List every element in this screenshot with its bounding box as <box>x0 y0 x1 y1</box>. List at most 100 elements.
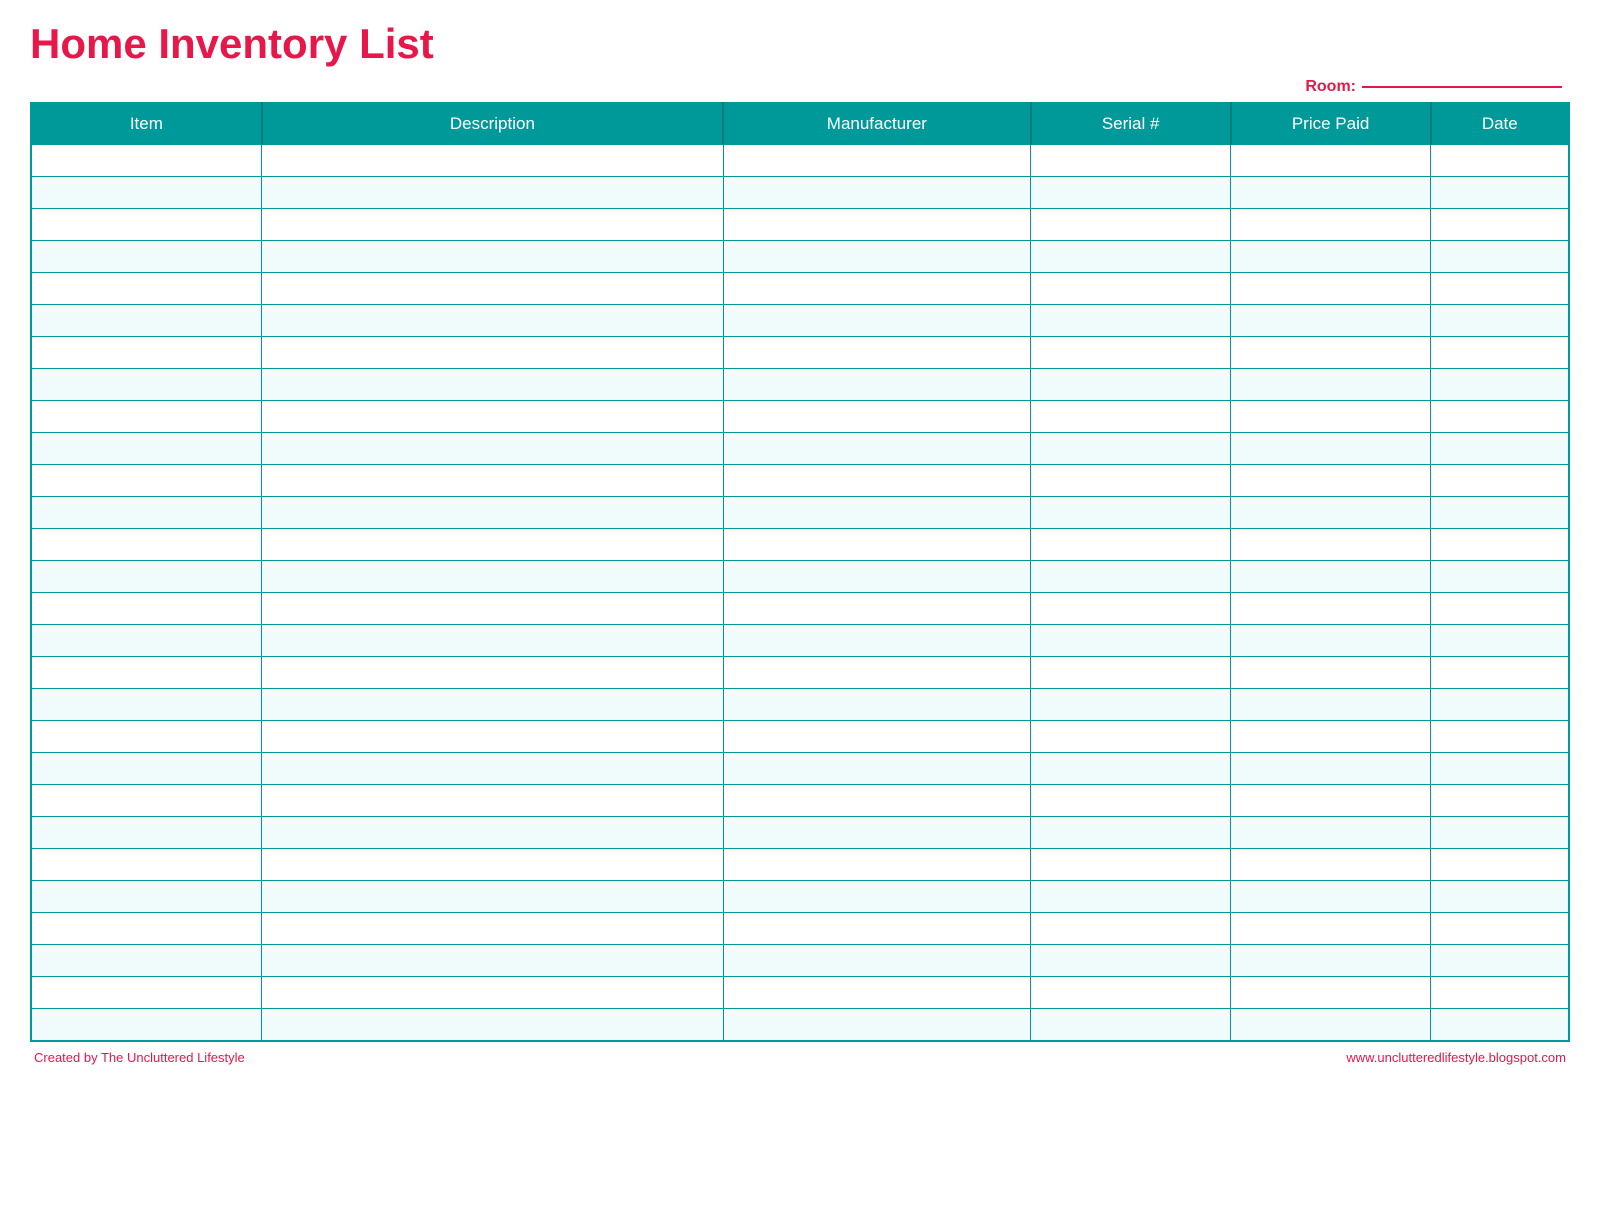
table-cell <box>1231 465 1431 497</box>
table-cell <box>1031 241 1231 273</box>
table-row <box>31 273 1569 305</box>
table-cell <box>1431 945 1569 977</box>
table-cell <box>1231 401 1431 433</box>
table-cell <box>262 433 723 465</box>
table-cell <box>1031 817 1231 849</box>
table-cell <box>1431 433 1569 465</box>
table-cell <box>31 369 262 401</box>
table-cell <box>262 881 723 913</box>
table-cell <box>723 337 1031 369</box>
room-line <box>1362 86 1562 88</box>
table-cell <box>723 433 1031 465</box>
table-row <box>31 465 1569 497</box>
table-cell <box>1031 529 1231 561</box>
table-cell <box>723 977 1031 1009</box>
table-cell <box>31 145 262 177</box>
table-cell <box>31 881 262 913</box>
table-row <box>31 625 1569 657</box>
table-cell <box>723 721 1031 753</box>
table-cell <box>1431 241 1569 273</box>
table-cell <box>723 273 1031 305</box>
table-cell <box>1231 849 1431 881</box>
table-cell <box>1031 721 1231 753</box>
table-cell <box>1031 145 1231 177</box>
table-cell <box>31 561 262 593</box>
table-row <box>31 657 1569 689</box>
table-cell <box>31 1009 262 1041</box>
col-header-serial: Serial # <box>1031 103 1231 145</box>
table-cell <box>262 369 723 401</box>
table-cell <box>1031 369 1231 401</box>
table-cell <box>262 689 723 721</box>
table-cell <box>723 177 1031 209</box>
table-cell <box>1231 145 1431 177</box>
table-cell <box>1431 593 1569 625</box>
table-cell <box>31 209 262 241</box>
table-row <box>31 497 1569 529</box>
table-cell <box>262 849 723 881</box>
table-cell <box>1231 1009 1431 1041</box>
table-cell <box>1431 1009 1569 1041</box>
table-cell <box>1231 593 1431 625</box>
table-cell <box>1231 337 1431 369</box>
table-cell <box>1031 689 1231 721</box>
table-cell <box>1031 625 1231 657</box>
table-row <box>31 369 1569 401</box>
table-cell <box>1431 337 1569 369</box>
table-cell <box>1031 465 1231 497</box>
table-cell <box>31 241 262 273</box>
table-cell <box>1031 273 1231 305</box>
table-row <box>31 433 1569 465</box>
table-cell <box>1231 209 1431 241</box>
table-cell <box>1231 753 1431 785</box>
table-cell <box>1431 465 1569 497</box>
table-cell <box>1231 977 1431 1009</box>
table-cell <box>31 433 262 465</box>
room-field: Room: <box>30 78 1570 96</box>
table-cell <box>1231 369 1431 401</box>
table-row <box>31 753 1569 785</box>
table-cell <box>262 753 723 785</box>
table-cell <box>262 177 723 209</box>
table-cell <box>1031 977 1231 1009</box>
table-row <box>31 241 1569 273</box>
table-row <box>31 785 1569 817</box>
table-cell <box>723 497 1031 529</box>
table-cell <box>1031 305 1231 337</box>
table-cell <box>1431 145 1569 177</box>
table-cell <box>1431 625 1569 657</box>
table-cell <box>723 209 1031 241</box>
table-cell <box>262 785 723 817</box>
table-cell <box>1231 497 1431 529</box>
table-cell <box>1431 849 1569 881</box>
table-cell <box>1431 753 1569 785</box>
col-header-item: Item <box>31 103 262 145</box>
table-cell <box>723 529 1031 561</box>
table-cell <box>723 305 1031 337</box>
table-cell <box>1431 177 1569 209</box>
table-cell <box>262 593 723 625</box>
table-cell <box>262 561 723 593</box>
table-cell <box>262 1009 723 1041</box>
table-cell <box>262 625 723 657</box>
table-cell <box>1031 337 1231 369</box>
table-row <box>31 177 1569 209</box>
table-cell <box>723 881 1031 913</box>
table-cell <box>1431 529 1569 561</box>
table-row <box>31 337 1569 369</box>
table-cell <box>31 593 262 625</box>
table-header-row: Item Description Manufacturer Serial # P… <box>31 103 1569 145</box>
table-cell <box>1231 657 1431 689</box>
col-header-description: Description <box>262 103 723 145</box>
table-cell <box>1231 945 1431 977</box>
table-cell <box>262 977 723 1009</box>
table-cell <box>31 497 262 529</box>
table-row <box>31 561 1569 593</box>
table-cell <box>1431 817 1569 849</box>
table-cell <box>723 657 1031 689</box>
col-header-date: Date <box>1431 103 1569 145</box>
table-cell <box>1031 849 1231 881</box>
table-cell <box>1431 657 1569 689</box>
table-cell <box>1431 785 1569 817</box>
table-row <box>31 401 1569 433</box>
